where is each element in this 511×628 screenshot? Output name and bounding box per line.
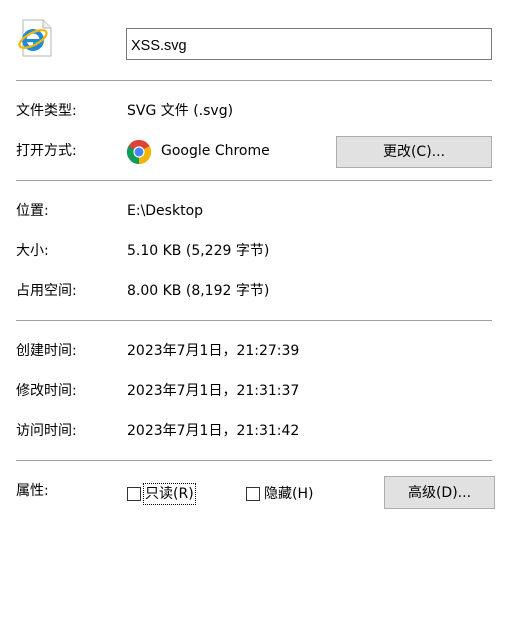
hidden-label[interactable]: 隐藏(H): [264, 484, 313, 504]
attributes-label: 属性:: [16, 483, 49, 499]
hidden-checkbox[interactable]: [246, 487, 260, 501]
size-on-disk-label: 占用空间:: [16, 283, 77, 299]
advanced-button[interactable]: 高级(D)...: [384, 476, 495, 509]
size-value: 5.10 KB (5,229 字节): [127, 243, 270, 259]
modified-value: 2023年7月1日，21:31:37: [127, 383, 300, 399]
divider: [16, 460, 492, 461]
created-value: 2023年7月1日，21:27:39: [127, 343, 300, 359]
chrome-icon: [126, 139, 152, 165]
location-label: 位置:: [16, 203, 49, 219]
file-type-value: SVG 文件 (.svg): [127, 103, 234, 119]
size-on-disk-value: 8.00 KB (8,192 字节): [127, 283, 270, 299]
divider: [16, 320, 492, 321]
internet-explorer-icon: [17, 19, 53, 57]
opens-with-app: Google Chrome: [161, 143, 270, 159]
divider: [16, 80, 492, 81]
readonly-checkbox[interactable]: [127, 487, 141, 501]
size-label: 大小:: [16, 243, 49, 259]
created-label: 创建时间:: [16, 343, 77, 359]
accessed-label: 访问时间:: [16, 423, 77, 439]
readonly-label[interactable]: 只读(R): [143, 483, 196, 505]
file-name-input[interactable]: [126, 28, 492, 60]
file-type-label: 文件类型:: [16, 103, 77, 119]
location-value: E:\Desktop: [127, 203, 204, 219]
divider: [16, 180, 492, 181]
accessed-value: 2023年7月1日，21:31:42: [127, 423, 300, 439]
modified-label: 修改时间:: [16, 383, 77, 399]
opens-with-label: 打开方式:: [16, 143, 77, 159]
change-button[interactable]: 更改(C)...: [336, 136, 492, 168]
